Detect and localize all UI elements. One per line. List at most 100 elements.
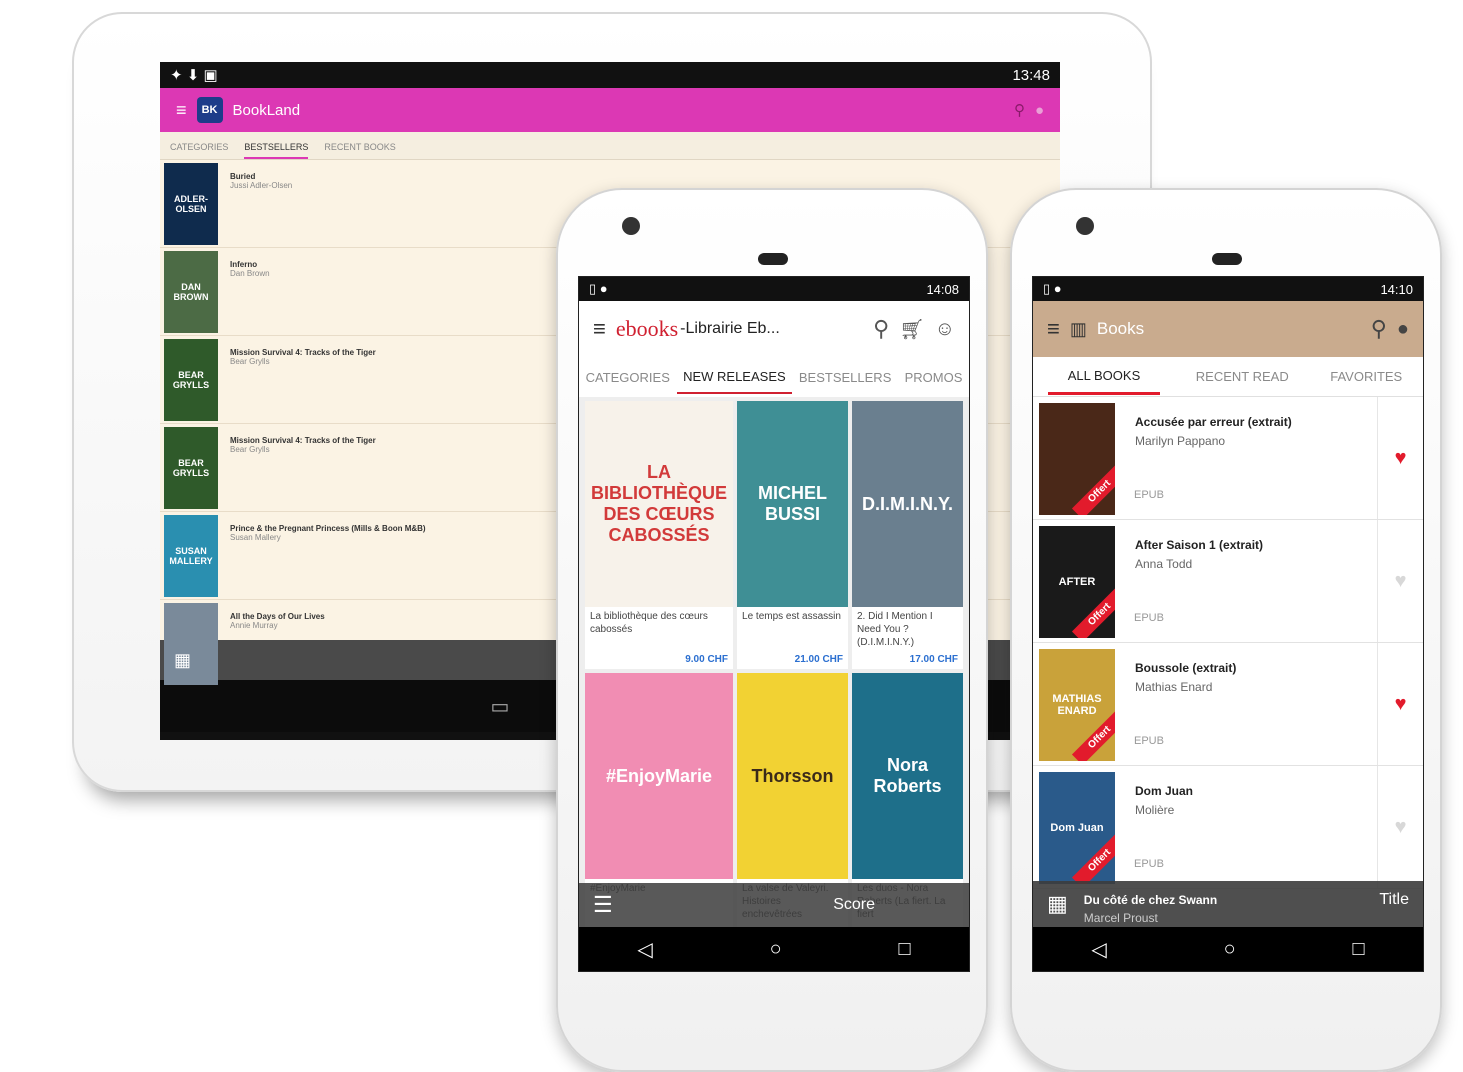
book-cover: BEAR GRYLLS [164,339,218,421]
book-title: Inferno [230,260,258,269]
tab-recent-books[interactable]: RECENT BOOKS [324,142,395,159]
offert-ribbon: Offert [1071,709,1115,761]
tab-new-releases[interactable]: NEW RELEASES [677,361,792,394]
book-cover: SUSAN MALLERY [164,515,218,597]
bookland-logo: BK [196,97,223,123]
book-info: Prince & the Pregnant Princess (Mills & … [230,515,426,596]
account-icon[interactable]: ☺ [935,318,955,341]
phone1-status-time: 14:08 [926,281,959,297]
book-card[interactable]: MICHEL BUSSI Le temps est assassin 21.00 C… [737,401,848,669]
tab-bestsellers[interactable]: BESTSELLERS [793,362,898,393]
menu-icon[interactable]: ≡ [593,316,606,342]
list-item[interactable]: Dom Juan Offert Dom Juan Molière EPUB ♥ [1033,766,1423,889]
back-icon[interactable]: ◁ [637,937,652,962]
phone1-tabs: CATEGORIES NEW RELEASES BESTSELLERS PROMOS [579,357,969,397]
book-title: Buried [230,172,256,181]
list-item[interactable]: AFTER Offert After Saison 1 (extrait) Anna … [1033,520,1423,643]
book-author: Annie Murray [230,621,278,630]
heart-icon[interactable]: ♥ [1377,397,1423,519]
menu-icon[interactable]: ≡ [1047,316,1060,342]
phone2-status-bar: ▯ ● 14:10 [1033,277,1423,301]
book-author: Anna Todd [1135,557,1193,571]
cover-text: MATHIAS ENARD [1052,693,1102,717]
book-format: EPUB [1134,612,1164,624]
heart-icon[interactable]: ♥ [1377,766,1423,888]
search-icon[interactable]: ⚲ [1014,101,1025,119]
partial-book-title: Du côté de chez Swann [1083,893,1218,907]
cover-text: AFTER [1058,576,1096,588]
book-card[interactable]: LA BIBLIOTHÈQUE DES CŒURS CABOSSÉS La bib… [585,401,734,669]
phone2-book-list: Offert Accusée par erreur (extrait) Marily… [1033,397,1423,889]
offert-ribbon: Offert [1071,832,1115,884]
book-author: Dan Brown [230,269,270,278]
book-info: Buried Jussi Adler-Olsen [230,163,292,244]
phone2-status-time: 14:10 [1380,281,1413,297]
book-author: Bear Grylls [230,357,270,366]
home-icon[interactable]: ○ [770,938,782,961]
phone2-nav-bar: ◁ ○ □ [1033,927,1423,971]
tablet-app-title: BookLand [232,101,301,119]
book-cover: BEAR GRYLLS [164,427,218,509]
list-view-icon[interactable]: ☰ [593,892,613,918]
book-card[interactable]: D.I.M.I.N.Y. 2. Did I Mention I Need You … [852,401,963,669]
phone2-app-bar: ≡ ▥ Books ⚲ ● [1033,301,1423,357]
book-cover: MATHIAS ENARD Offert [1039,649,1115,761]
tab-bestsellers[interactable]: BESTSELLERS [244,142,309,159]
menu-icon[interactable]: ≡ [176,100,187,121]
tab-promos[interactable]: PROMOS [899,362,969,393]
offert-ribbon: Offert [1071,463,1115,515]
back-icon[interactable]: ◁ [1091,937,1106,962]
book-title: Accusée par erreur (extrait) [1135,415,1292,429]
home-icon[interactable]: ○ [1224,938,1236,961]
grid-view-icon[interactable]: ▦ [174,650,191,671]
search-icon[interactable]: ⚲ [873,316,889,342]
recents-icon[interactable]: ▭ [491,694,510,719]
tablet-status-bar: ✦ ⬇ ▣ 13:48 [160,62,1060,88]
book-title: La bibliothèque des cœurs cabossés [590,611,708,635]
tab-all-books[interactable]: ALL BOOKS [1047,358,1161,395]
book-price: 21.00 CHF [794,654,843,665]
sort-label[interactable]: Score [833,896,875,914]
book-format: EPUB [1134,489,1164,501]
speaker [758,253,788,265]
notification-icons: ▯ ● [1043,281,1062,296]
book-title: Mission Survival 4: Tracks of the Tiger [230,436,376,445]
cart-icon[interactable]: 🛒︎ [899,317,924,342]
book-cover: ADLER-OLSEN [164,163,218,245]
book-title: Dom Juan [1135,784,1194,798]
tab-recent-read[interactable]: RECENT READ [1190,361,1295,392]
list-item[interactable]: Offert Accusée par erreur (extrait) Marily… [1033,397,1423,520]
account-icon[interactable]: ● [1397,318,1409,341]
grid-view-icon[interactable]: ▦ [1047,891,1068,917]
recents-icon[interactable]: □ [1352,938,1364,961]
partial-book-author: Marcel Proust [1083,911,1158,925]
phone1-app-title: -Librairie Eb... [680,320,780,337]
book-title: All the Days of Our Lives [230,612,325,621]
book-cover: Offert [1039,403,1115,515]
tab-favorites[interactable]: FAVORITES [1324,361,1408,392]
book-title: Le temps est assassin [742,611,841,622]
account-icon[interactable]: ● [1035,102,1044,119]
book-cover: LA BIBLIOTHÈQUE DES CŒURS CABOSSÉS [585,401,734,607]
phone-books: ▯ ● 14:10 ≡ ▥ Books ⚲ ● ALL BOOKS RECENT … [1010,188,1442,1072]
phone1-screen: ▯ ● 14:08 ≡ ebooks -Librairie Eb... ⚲ 🛒︎… [578,276,970,972]
heart-icon[interactable]: ♥ [1377,520,1423,642]
book-format: EPUB [1134,858,1164,870]
notification-icons: ✦ ⬇ ▣ [170,67,218,84]
tablet-status-time: 13:48 [1012,66,1050,84]
sort-label[interactable]: Title [1379,891,1409,909]
book-title: 2. Did I Mention I Need You ? (D.I.M.I.N… [857,611,933,648]
book-cover: Dom Juan Offert [1039,772,1115,884]
list-item[interactable]: MATHIAS ENARD Offert Boussole (extrait) Mat… [1033,643,1423,766]
tab-categories[interactable]: CATEGORIES [580,362,676,393]
front-camera [1076,217,1094,235]
tab-categories[interactable]: CATEGORIES [170,142,228,159]
book-cover: #EnjoyMarie [585,673,734,879]
search-icon[interactable]: ⚲ [1371,316,1387,342]
book-info: All the Days of Our Lives Annie Murray [230,603,325,684]
book-author: Bear Grylls [230,445,270,454]
recents-icon[interactable]: □ [898,938,910,961]
ebooks-logo: ebooks [615,316,679,341]
book-cover: DAN BROWN [164,251,218,333]
heart-icon[interactable]: ♥ [1377,643,1423,765]
